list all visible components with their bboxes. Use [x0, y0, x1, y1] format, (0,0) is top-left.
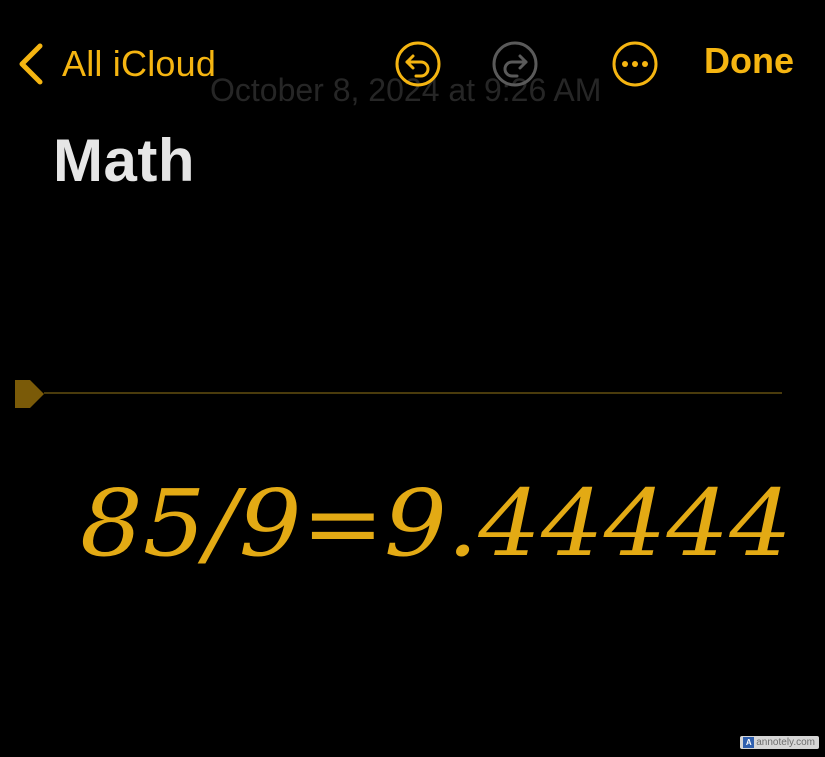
expression-text: 85/9=9.44444 — [80, 470, 792, 577]
back-button[interactable]: All iCloud — [16, 38, 216, 90]
watermark-text: annotely.com — [756, 737, 815, 748]
back-label: All iCloud — [62, 43, 217, 84]
undo-button[interactable] — [394, 40, 442, 93]
watermark: A annotely.com — [740, 736, 819, 749]
done-button[interactable]: Done — [704, 40, 794, 82]
more-button[interactable] — [611, 40, 659, 93]
watermark-logo: A — [743, 737, 755, 748]
ruler-line — [44, 392, 782, 394]
note-title: Math — [53, 127, 195, 194]
redo-button[interactable] — [491, 40, 539, 93]
chevron-left-icon — [16, 42, 46, 86]
redo-icon — [492, 41, 538, 87]
handwritten-expression: 85/9=9.44444 — [0, 440, 825, 625]
ruler-handle-icon — [15, 380, 44, 408]
undo-icon — [395, 41, 441, 87]
ruler-handle[interactable] — [12, 377, 46, 416]
more-icon — [612, 41, 658, 87]
